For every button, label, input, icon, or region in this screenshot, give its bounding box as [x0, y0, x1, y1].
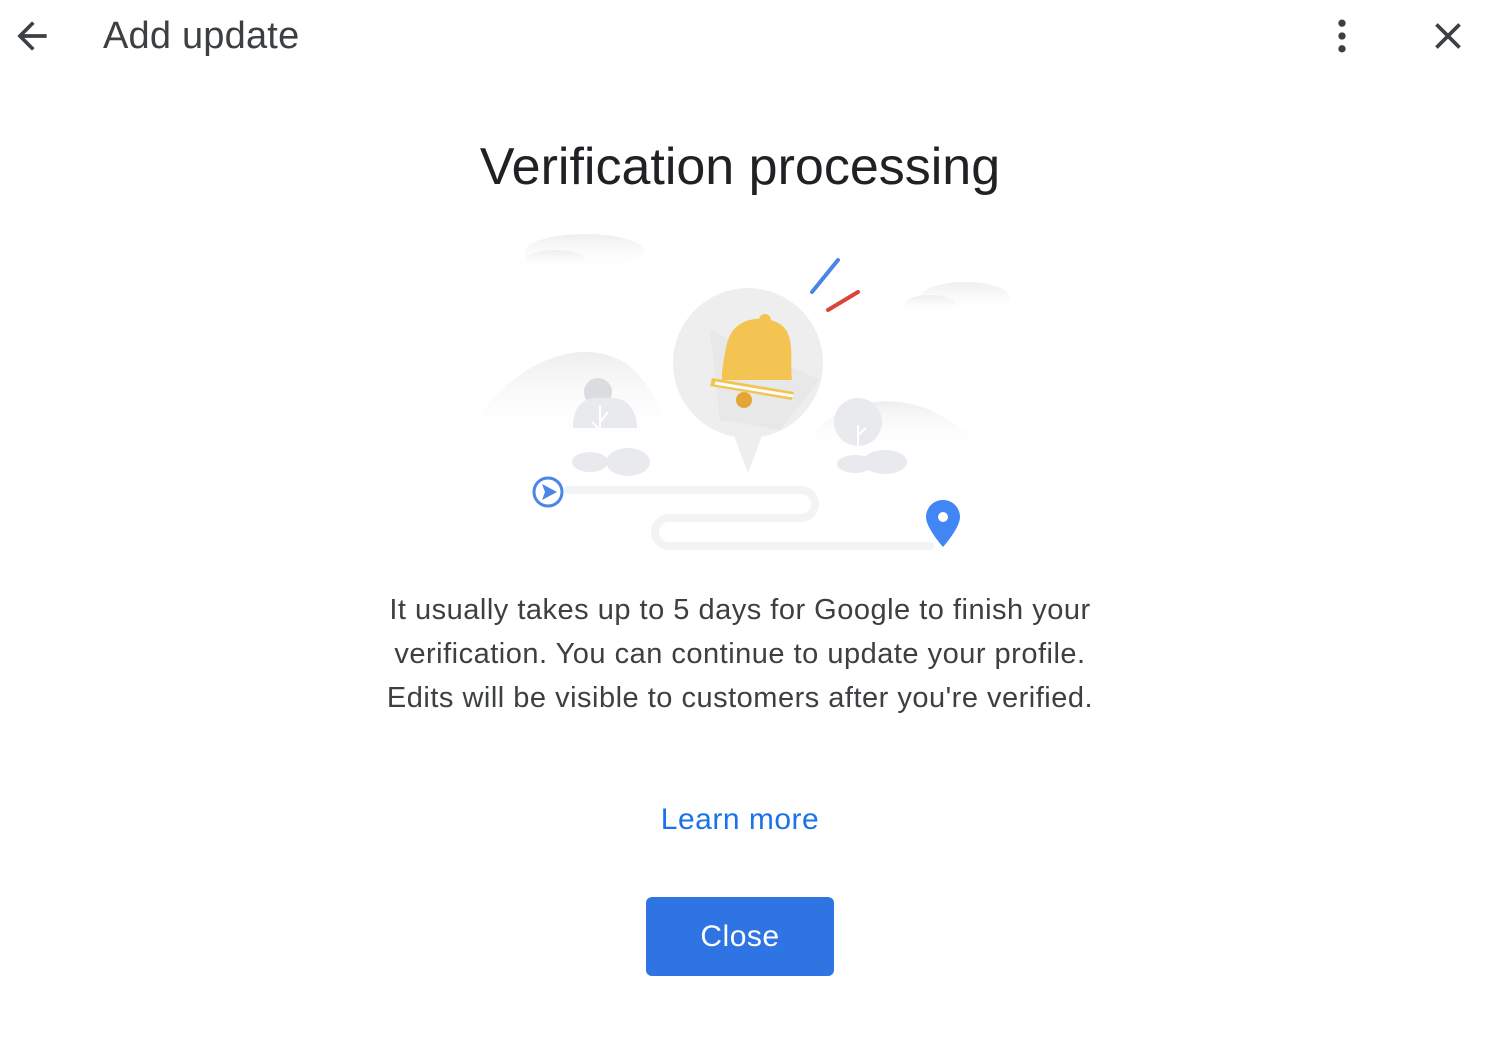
verification-description: It usually takes up to 5 days for Google…	[386, 594, 1094, 714]
close-icon	[1435, 23, 1461, 49]
dialog-page: Add update Verification processing It us…	[0, 0, 1510, 1062]
hill-left	[460, 351, 675, 445]
cloud-right	[905, 282, 1010, 314]
blue-sound-line	[810, 258, 840, 294]
close-button[interactable]: Close	[646, 897, 834, 976]
top-bar: Add update	[0, 0, 1510, 74]
more-options-button[interactable]	[1314, 8, 1370, 64]
location-pin-icon	[926, 500, 960, 547]
more-vert-icon	[1338, 19, 1346, 53]
heading-verification-processing: Verification processing	[479, 138, 1001, 196]
page-title: Add update	[103, 15, 300, 57]
red-sound-line	[826, 290, 860, 312]
start-arrow-icon	[532, 476, 564, 508]
arrow-back-icon	[17, 21, 47, 51]
bell-bubble	[673, 288, 823, 473]
cloud-left	[525, 234, 645, 270]
verification-illustration	[460, 234, 1010, 550]
close-dialog-button[interactable]	[1420, 8, 1476, 64]
hill-right	[800, 401, 985, 450]
back-button[interactable]	[4, 8, 60, 64]
learn-more-link[interactable]: Learn more	[0, 798, 1480, 842]
winding-path	[564, 486, 934, 550]
